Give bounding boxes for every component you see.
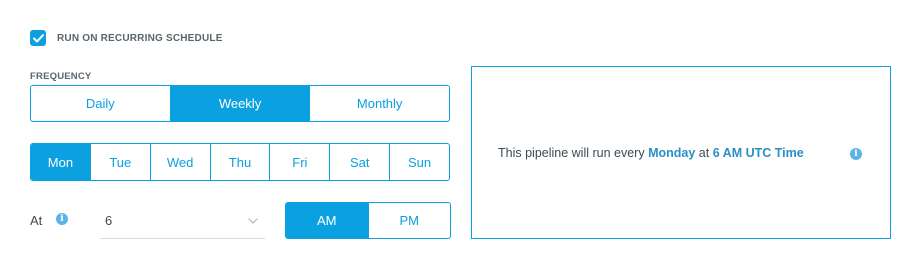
schedule-summary-panel: This pipeline will run every Monday at 6… — [471, 66, 891, 239]
info-icon[interactable]: i — [850, 148, 862, 160]
summary-middle: at — [698, 145, 710, 160]
recurring-schedule-label: RUN ON RECURRING SCHEDULE — [57, 32, 223, 44]
info-icon[interactable]: i — [56, 213, 68, 225]
frequency-option-monthly[interactable]: Monthly — [309, 86, 449, 121]
checkmark-icon — [32, 33, 44, 42]
at-label: At — [30, 213, 43, 228]
recurring-schedule-row[interactable]: RUN ON RECURRING SCHEDULE — [30, 30, 223, 46]
day-option-mon[interactable]: Mon — [31, 144, 90, 180]
day-option-tue[interactable]: Tue — [89, 144, 150, 180]
frequency-label: FREQUENCY — [30, 71, 92, 82]
frequency-option-daily[interactable]: Daily — [31, 86, 170, 121]
schedule-summary-text: This pipeline will run every Monday at 6… — [498, 146, 804, 160]
ampm-selector: AM PM — [285, 202, 451, 239]
recurring-schedule-checkbox[interactable] — [30, 30, 46, 46]
ampm-option-am[interactable]: AM — [286, 203, 368, 238]
summary-prefix: This pipeline will run every — [498, 145, 645, 160]
frequency-option-weekly[interactable]: Weekly — [169, 86, 310, 121]
day-option-fri[interactable]: Fri — [269, 144, 329, 180]
hour-value: 6 — [105, 213, 113, 228]
day-option-thu[interactable]: Thu — [209, 144, 270, 180]
summary-time: 6 AM UTC Time — [712, 145, 804, 160]
chevron-down-icon — [248, 217, 258, 224]
hour-dropdown[interactable]: 6 — [100, 203, 265, 239]
day-option-sat[interactable]: Sat — [329, 144, 389, 180]
day-option-wed[interactable]: Wed — [149, 144, 210, 180]
summary-day: Monday — [648, 145, 696, 160]
day-option-sun[interactable]: Sun — [389, 144, 449, 180]
day-selector: Mon Tue Wed Thu Fri Sat Sun — [30, 143, 450, 181]
frequency-selector: Daily Weekly Monthly — [30, 85, 450, 122]
ampm-option-pm[interactable]: PM — [367, 203, 451, 238]
